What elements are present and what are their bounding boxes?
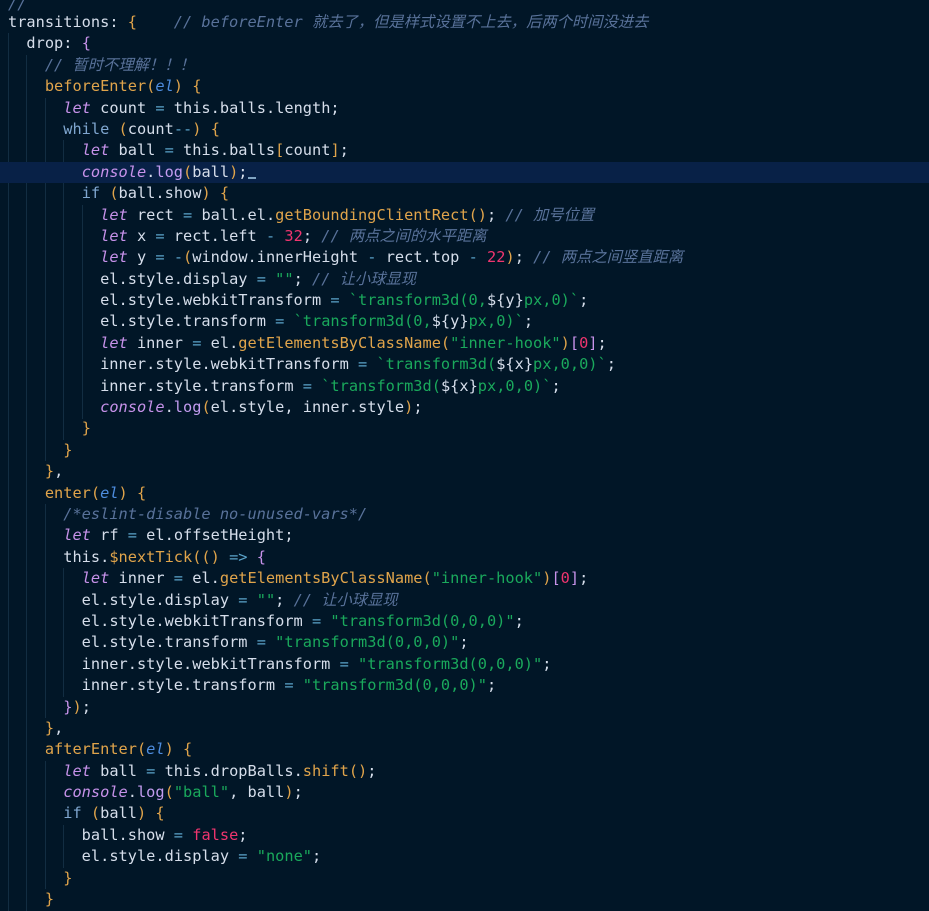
- code-line[interactable]: let inner = el.getElementsByClassName("i…: [0, 333, 929, 354]
- code-line[interactable]: let inner = el.getElementsByClassName("i…: [0, 568, 929, 589]
- comment-top-note: // beforeEnter 就去了，但是样式设置不上去，后两个时间没进去: [173, 13, 649, 31]
- code-line[interactable]: afterEnter(el) {: [0, 739, 929, 760]
- code-line[interactable]: if (ball) {: [0, 803, 929, 824]
- code-line[interactable]: if (ball.show) {: [0, 183, 929, 204]
- code-line[interactable]: el.style.display = ""; // 让小球显现: [0, 269, 929, 290]
- code-line[interactable]: /*eslint-disable no-unused-vars*/: [0, 504, 929, 525]
- code-line[interactable]: el.style.transform = "transform3d(0,0,0)…: [0, 632, 929, 653]
- code-line[interactable]: drop: {: [0, 33, 929, 54]
- code-line[interactable]: });: [0, 697, 929, 718]
- code-line[interactable]: el.style.transform = `transform3d(0,${y}…: [0, 311, 929, 332]
- code-line[interactable]: let rect = ball.el.getBoundingClientRect…: [0, 205, 929, 226]
- code-line[interactable]: let ball = this.balls[count];: [0, 140, 929, 161]
- code-line[interactable]: el.style.webkitTransform = `transform3d(…: [0, 290, 929, 311]
- code-line[interactable]: console.log(el.style, inner.style);: [0, 397, 929, 418]
- comment-show-ball-2: // 让小球显现: [293, 590, 398, 609]
- comment-drop-note: // 暂时不理解！！！: [44, 55, 195, 74]
- code-line[interactable]: let y = -(window.innerHeight - rect.top …: [0, 247, 929, 268]
- code-line[interactable]: }: [0, 868, 929, 889]
- code-line[interactable]: el.style.display = "none";: [0, 846, 929, 867]
- code-line[interactable]: let ball = this.dropBalls.shift();: [0, 761, 929, 782]
- code-line[interactable]: },: [0, 461, 929, 482]
- code-editor[interactable]: // transitions: { // beforeEnter 就去了，但是样…: [0, 0, 929, 911]
- code-line[interactable]: let x = rect.left - 32; // 两点之间的水平距离: [0, 226, 929, 247]
- comment-eslint: /*eslint-disable no-unused-vars*/: [63, 504, 368, 523]
- code-line[interactable]: let rf = el.offsetHeight;: [0, 525, 929, 546]
- code-line[interactable]: ball.show = false;: [0, 825, 929, 846]
- code-line[interactable]: }: [0, 440, 929, 461]
- code-line[interactable]: enter(el) {: [0, 483, 929, 504]
- comment-horizontal-distance: // 两点之间的水平距离: [321, 226, 487, 245]
- comment-plus-position: // 加号位置: [505, 205, 595, 224]
- code-line[interactable]: }: [0, 889, 929, 910]
- code-line[interactable]: inner.style.webkitTransform = "transform…: [0, 654, 929, 675]
- code-line[interactable]: inner.style.transform = `transform3d(${x…: [0, 376, 929, 397]
- code-content[interactable]: // transitions: { // beforeEnter 就去了，但是样…: [0, 0, 929, 911]
- code-line[interactable]: inner.style.transform = "transform3d(0,0…: [0, 675, 929, 696]
- text-cursor: [247, 176, 256, 179]
- code-line[interactable]: },: [0, 718, 929, 739]
- code-line[interactable]: this.$nextTick(() => {: [0, 547, 929, 568]
- code-line[interactable]: el.style.webkitTransform = "transform3d(…: [0, 611, 929, 632]
- code-line[interactable]: while (count--) {: [0, 119, 929, 140]
- code-line[interactable]: console.log("ball", ball);: [0, 782, 929, 803]
- code-line[interactable]: el.style.display = ""; // 让小球显现: [0, 590, 929, 611]
- code-line[interactable]: }: [0, 418, 929, 439]
- code-line[interactable]: let count = this.balls.length;: [0, 98, 929, 119]
- code-line[interactable]: beforeEnter(el) {: [0, 76, 929, 97]
- comment-vertical-distance: // 两点之间竖直距离: [533, 248, 684, 267]
- comment-show-ball: // 让小球显现: [311, 269, 417, 288]
- code-line[interactable]: //: [0, 0, 929, 12]
- code-line-active[interactable]: console.log(ball);: [0, 161, 929, 184]
- code-line[interactable]: // 暂时不理解！！！: [0, 55, 929, 76]
- code-line[interactable]: transitions: { // beforeEnter 就去了，但是样式设置…: [0, 12, 929, 33]
- code-line[interactable]: inner.style.webkitTransform = `transform…: [0, 354, 929, 375]
